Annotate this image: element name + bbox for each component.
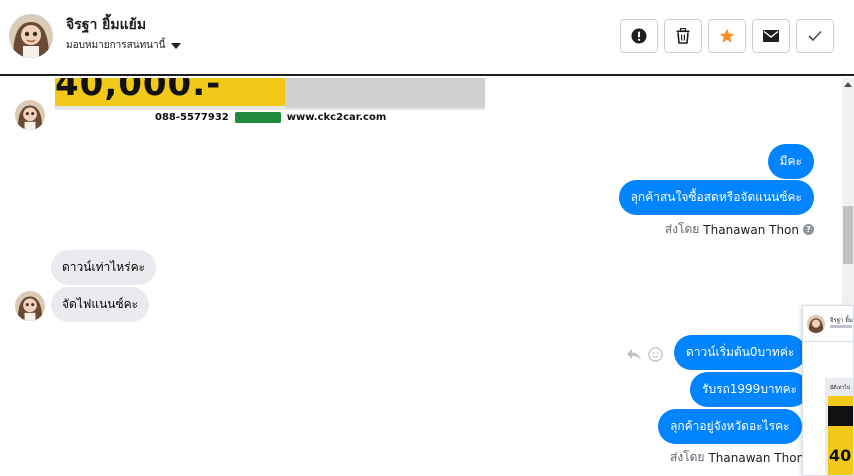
sent-by-prefix: ส่งโดย	[664, 222, 700, 236]
preview-image-number: 40	[829, 446, 852, 465]
shared-image-attachment[interactable]: 40,000.- 088-5577932 www.ckc2car.com	[55, 78, 485, 124]
sent-by-prefix: ส่งโดย	[670, 450, 705, 464]
mark-unread-button[interactable]	[752, 19, 790, 53]
contact-avatar-small[interactable]	[15, 291, 45, 321]
trash-icon	[676, 28, 690, 44]
message-hover-actions	[626, 347, 663, 362]
banner-contact-strip: 088-5577932 www.ckc2car.com	[55, 110, 485, 124]
banner-showroom-floor	[285, 78, 485, 108]
message-outgoing[interactable]: ลุกค้าอยู่จังหวัดอะไรคะ	[658, 409, 802, 444]
star-icon	[719, 28, 735, 43]
scrollbar-thumb[interactable]	[843, 206, 853, 264]
preview-card: มีดีเท่าไป 40	[825, 378, 853, 475]
preview-label: มีดีเท่าไป	[830, 385, 851, 391]
contact-name[interactable]: จิรฐา ยิ้มแย้ม	[66, 14, 146, 36]
banner-website: www.ckc2car.com	[286, 111, 387, 123]
conversation-header: จิรฐา ยิ้มแย้ม มอบหมายการสนทนานี้	[0, 0, 854, 76]
message-outgoing[interactable]: ลุกค้าสนใจซื้อสดหรือจัดแนนซ์คะ	[618, 180, 814, 215]
sent-by-label: ส่งโดย Thanawan Thon	[670, 448, 804, 467]
exclamation-circle-icon	[631, 28, 647, 44]
message-outgoing[interactable]: ดาวน์เริ่มต้น0บาทค่ะ	[674, 335, 807, 370]
preview-avatar	[807, 315, 825, 333]
message-incoming[interactable]: ดาวน์เท่าไหร่คะ	[51, 250, 157, 285]
contact-avatar[interactable]	[9, 14, 53, 58]
reply-icon[interactable]	[626, 348, 642, 362]
preview-image: 40	[828, 396, 853, 475]
message-outgoing[interactable]: รับรถ1999บาทคะ	[690, 372, 810, 407]
envelope-icon	[763, 30, 779, 42]
assign-label: มอบหมายการสนทนานี้	[66, 40, 166, 51]
star-button[interactable]	[708, 19, 746, 53]
banner-phone: 088-5577932	[155, 111, 229, 123]
conversation-actions	[620, 19, 834, 53]
help-icon[interactable]: ?	[803, 224, 814, 235]
sent-by-agent[interactable]: Thanawan Thon	[708, 451, 804, 465]
sent-by-label: ส่งโดย Thanawan Thon ?	[665, 220, 814, 239]
message-outgoing[interactable]: มีคะ	[767, 144, 814, 179]
assign-conversation-dropdown[interactable]: มอบหมายการสนทนานี้	[66, 38, 182, 53]
caret-down-icon	[171, 42, 182, 49]
checkmark-icon	[808, 30, 822, 42]
banner-logo	[234, 111, 281, 123]
preview-name: จิรฐา ยิ้ม	[830, 317, 853, 324]
preview-subtitle	[830, 325, 852, 328]
preview-image-dark	[828, 406, 853, 426]
message-thread[interactable]: 40,000.- 088-5577932 www.ckc2car.com มีค…	[0, 78, 854, 476]
mark-spam-button[interactable]	[620, 19, 658, 53]
emoji-react-icon[interactable]	[648, 347, 663, 362]
contact-avatar-small[interactable]	[15, 100, 45, 130]
sent-by-agent[interactable]: Thanawan Thon	[703, 223, 799, 237]
mark-done-button[interactable]	[796, 19, 834, 53]
message-incoming[interactable]: จัดไฟแนนซ์คะ	[51, 287, 150, 322]
scroll-up-arrow-icon[interactable]	[844, 82, 852, 87]
preview-header: จิรฐา ยิ้ม	[803, 306, 853, 342]
banner-price: 40,000.-	[55, 78, 222, 104]
conversation-preview-popup[interactable]: จิรฐา ยิ้ม มีดีเท่าไป 40	[802, 305, 854, 476]
delete-button[interactable]	[664, 19, 702, 53]
